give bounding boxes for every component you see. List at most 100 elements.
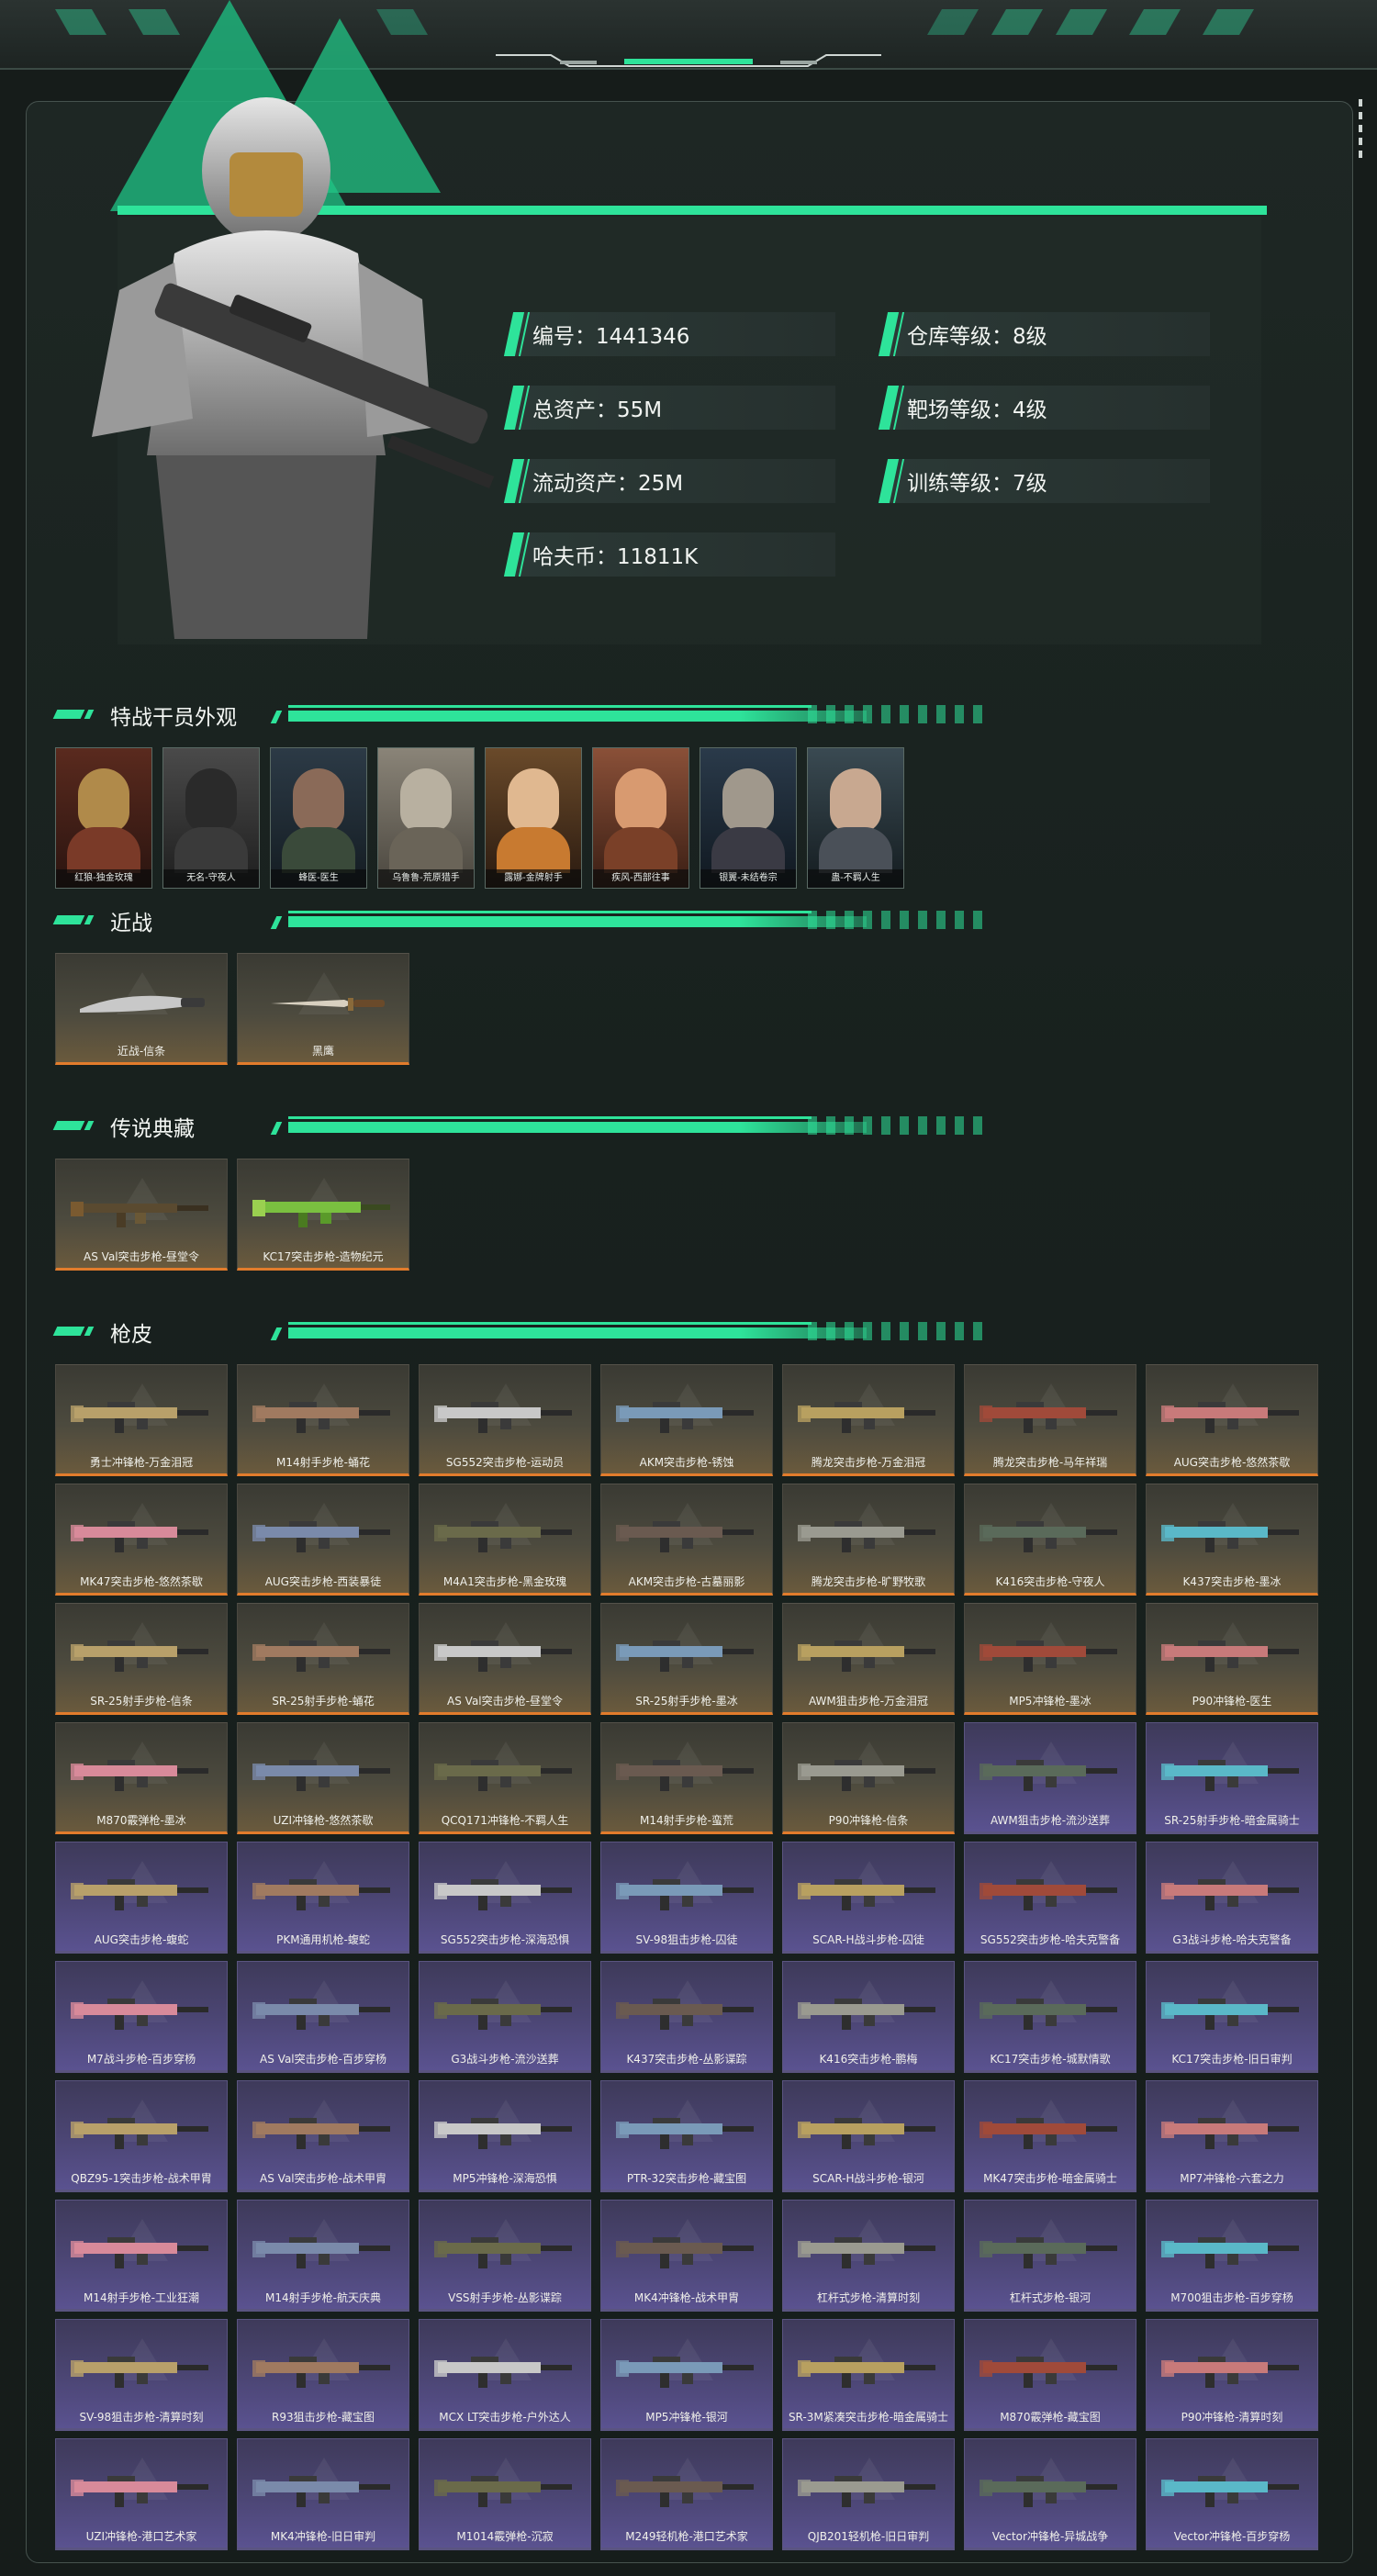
- gun-skin-card[interactable]: P90冲锋枪-信条: [782, 1722, 955, 1834]
- gun-skin-card[interactable]: SCAR-H战斗步枪-银河: [782, 2080, 955, 2192]
- gun-skin-card[interactable]: 腾龙突击步枪-万金泪冠: [782, 1364, 955, 1476]
- operator-skin-card[interactable]: 银翼-未结卷宗: [700, 747, 797, 889]
- gun-skin-card[interactable]: Vector冲锋枪-百步穿杨: [1146, 2438, 1318, 2550]
- legend-list: AS Val突击步枪-昼堂令 KC17突击步枪-造物纪元: [55, 1159, 409, 1271]
- rifle-icon: [616, 1760, 754, 1791]
- rifle-icon: [980, 2118, 1117, 2149]
- section-title: 传说典藏: [110, 1117, 195, 1141]
- rifle-icon: [798, 1402, 935, 1433]
- operator-skin-card[interactable]: 红狼-独金玫瑰: [55, 747, 152, 889]
- gun-skin-card[interactable]: AS Val突击步枪-百步穿杨: [237, 1961, 409, 2073]
- gun-skin-card[interactable]: SG552突击步枪-哈夫克警备: [964, 1842, 1136, 1954]
- rifle-icon: [434, 2237, 572, 2268]
- gun-skin-card[interactable]: AUG突击步枪-西装暴徒: [237, 1484, 409, 1596]
- gun-skin-card[interactable]: SR-25射手步枪-信条: [55, 1603, 228, 1715]
- gun-skin-card[interactable]: AKM突击步枪-锈蚀: [600, 1364, 773, 1476]
- knife-icon: [80, 995, 205, 1013]
- gun-skin-card[interactable]: MP5冲锋枪-银河: [600, 2319, 773, 2431]
- gun-skin-card[interactable]: R93狙击步枪-藏宝图: [237, 2319, 409, 2431]
- operator-skin-card[interactable]: 乌鲁鲁-荒原猎手: [377, 747, 475, 889]
- gun-skin-card[interactable]: M7战斗步枪-百步穿杨: [55, 1961, 228, 2073]
- operator-skin-card[interactable]: 疾风-西部往事: [592, 747, 689, 889]
- gun-skin-card[interactable]: K437突击步枪-丛影谍踪: [600, 1961, 773, 2073]
- gun-skin-card[interactable]: UZI冲锋枪-港口艺术家: [55, 2438, 228, 2550]
- gun-skin-card[interactable]: KC17突击步枪-城默情歌: [964, 1961, 1136, 2073]
- gun-skin-card[interactable]: 杠杆式步枪-清算时刻: [782, 2200, 955, 2312]
- rifle-icon: [1161, 1999, 1299, 2030]
- section-header-operators: 特战干员外观: [52, 701, 991, 730]
- gun-skin-card[interactable]: SG552突击步枪-深海恐惧: [419, 1842, 591, 1954]
- gun-skin-card[interactable]: AS Val突击步枪-战术甲胄: [237, 2080, 409, 2192]
- gun-skin-card[interactable]: SR-3M紧凑突击步枪-暗金属骑士: [782, 2319, 955, 2431]
- gun-skin-card[interactable]: M14射手步枪-工业狂潮: [55, 2200, 228, 2312]
- gun-skin-card[interactable]: SR-25射手步枪-蛹花: [237, 1603, 409, 1715]
- gun-skin-card[interactable]: QBZ95-1突击步枪-战术甲胄: [55, 2080, 228, 2192]
- melee-card[interactable]: 近战-信条: [55, 953, 228, 1065]
- rifle-icon: [71, 1521, 208, 1552]
- gun-skin-card[interactable]: MP7冲锋枪-六套之力: [1146, 2080, 1318, 2192]
- gun-skin-card[interactable]: P90冲锋枪-医生: [1146, 1603, 1318, 1715]
- gun-skin-card[interactable]: QCQ171冲锋枪-不羁人生: [419, 1722, 591, 1834]
- gun-skin-card[interactable]: SV-98狙击步枪-清算时刻: [55, 2319, 228, 2431]
- gun-skin-card[interactable]: MK4冲锋枪-旧日审判: [237, 2438, 409, 2550]
- gun-skin-card[interactable]: MCX LT突击步枪-户外达人: [419, 2319, 591, 2431]
- rifle-icon: [798, 1641, 935, 1672]
- gun-skin-card[interactable]: M4A1突击步枪-黑金玫瑰: [419, 1484, 591, 1596]
- gun-skin-card[interactable]: K416突击步枪-鹏梅: [782, 1961, 955, 2073]
- gun-skin-card[interactable]: UZI冲锋枪-悠然茶歇: [237, 1722, 409, 1834]
- gun-skin-card[interactable]: MP5冲锋枪-深海恐惧: [419, 2080, 591, 2192]
- gun-skin-card[interactable]: M1014霰弹枪-沉寂: [419, 2438, 591, 2550]
- gun-skin-card[interactable]: AWM狙击步枪-流沙送葬: [964, 1722, 1136, 1834]
- rifle-icon: [980, 1879, 1117, 1910]
- gun-skin-card[interactable]: 勇士冲锋枪-万金泪冠: [55, 1364, 228, 1476]
- rifle-icon: [252, 1521, 390, 1552]
- scroll-indicator[interactable]: [1359, 99, 1364, 163]
- gun-skin-card[interactable]: M14射手步枪-航天庆典: [237, 2200, 409, 2312]
- gun-skin-card[interactable]: 腾龙突击步枪-旷野牧歌: [782, 1484, 955, 1596]
- gun-skin-card[interactable]: AUG突击步枪-悠然茶歇: [1146, 1364, 1318, 1476]
- gun-skin-card[interactable]: MK4冲锋枪-战术甲胄: [600, 2200, 773, 2312]
- gun-skin-card[interactable]: PTR-32突击步枪-藏宝图: [600, 2080, 773, 2192]
- operator-skin-card[interactable]: 露娜-金牌射手: [485, 747, 582, 889]
- gun-skin-card[interactable]: AUG突击步枪-蝮蛇: [55, 1842, 228, 1954]
- gun-skin-card[interactable]: 杠杆式步枪-银河: [964, 2200, 1136, 2312]
- rifle-icon: [434, 1402, 572, 1433]
- gun-skin-card[interactable]: SG552突击步枪-运动员: [419, 1364, 591, 1476]
- operator-skin-card[interactable]: 无名-守夜人: [162, 747, 260, 889]
- gun-skin-card[interactable]: M14射手步枪-蛹花: [237, 1364, 409, 1476]
- gun-skin-card[interactable]: MK47突击步枪-暗金属骑士: [964, 2080, 1136, 2192]
- gun-skin-card[interactable]: QJB201轻机枪-旧日审判: [782, 2438, 955, 2550]
- gun-skin-card[interactable]: M249轻机枪-港口艺术家: [600, 2438, 773, 2550]
- legend-weapon-card[interactable]: AS Val突击步枪-昼堂令: [55, 1159, 228, 1271]
- gun-skin-card[interactable]: G3战斗步枪-流沙送葬: [419, 1961, 591, 2073]
- gun-skin-card[interactable]: 腾龙突击步枪-马年祥瑞: [964, 1364, 1136, 1476]
- gun-skin-card[interactable]: MP5冲锋枪-墨冰: [964, 1603, 1136, 1715]
- gun-skin-card[interactable]: MK47突击步枪-悠然茶歇: [55, 1484, 228, 1596]
- melee-card[interactable]: 黑鹰: [237, 953, 409, 1065]
- gun-skin-card[interactable]: AWM狙击步枪-万金泪冠: [782, 1603, 955, 1715]
- gun-skin-card[interactable]: Vector冲锋枪-异城战争: [964, 2438, 1136, 2550]
- gun-skin-card[interactable]: K416突击步枪-守夜人: [964, 1484, 1136, 1596]
- operator-skin-card[interactable]: 蛊-不羁人生: [807, 747, 904, 889]
- rifle-icon: [616, 2237, 754, 2268]
- gun-skin-card[interactable]: PKM通用机枪-蝮蛇: [237, 1842, 409, 1954]
- gun-skin-card[interactable]: M14射手步枪-蛮荒: [600, 1722, 773, 1834]
- gun-skin-card[interactable]: SR-25射手步枪-墨冰: [600, 1603, 773, 1715]
- gun-skin-card[interactable]: SV-98狙击步枪-囚徒: [600, 1842, 773, 1954]
- gun-skin-card[interactable]: SCAR-H战斗步枪-囚徒: [782, 1842, 955, 1954]
- gun-skin-card[interactable]: KC17突击步枪-旧日审判: [1146, 1961, 1318, 2073]
- gun-skin-card[interactable]: M700狙击步枪-百步穿杨: [1146, 2200, 1318, 2312]
- gun-skin-card[interactable]: K437突击步枪-墨冰: [1146, 1484, 1318, 1596]
- operator-skin-card[interactable]: 蜂医-医生: [270, 747, 367, 889]
- gun-skin-card[interactable]: AS Val突击步枪-昼堂令: [419, 1603, 591, 1715]
- legend-weapon-card[interactable]: KC17突击步枪-造物纪元: [237, 1159, 409, 1271]
- gun-skin-card[interactable]: SR-25射手步枪-暗金属骑士: [1146, 1722, 1318, 1834]
- gun-skin-card[interactable]: P90冲锋枪-清算时刻: [1146, 2319, 1318, 2431]
- gun-skin-card[interactable]: AKM突击步枪-古墓丽影: [600, 1484, 773, 1596]
- rifle-icon: [980, 1760, 1117, 1791]
- rifle-icon: [252, 1760, 390, 1791]
- gun-skin-card[interactable]: VSS射手步枪-丛影谍踪: [419, 2200, 591, 2312]
- gun-skin-card[interactable]: G3战斗步枪-哈夫克警备: [1146, 1842, 1318, 1954]
- gun-skin-card[interactable]: M870霰弹枪-藏宝图: [964, 2319, 1136, 2431]
- gun-skin-card[interactable]: M870霰弹枪-墨冰: [55, 1722, 228, 1834]
